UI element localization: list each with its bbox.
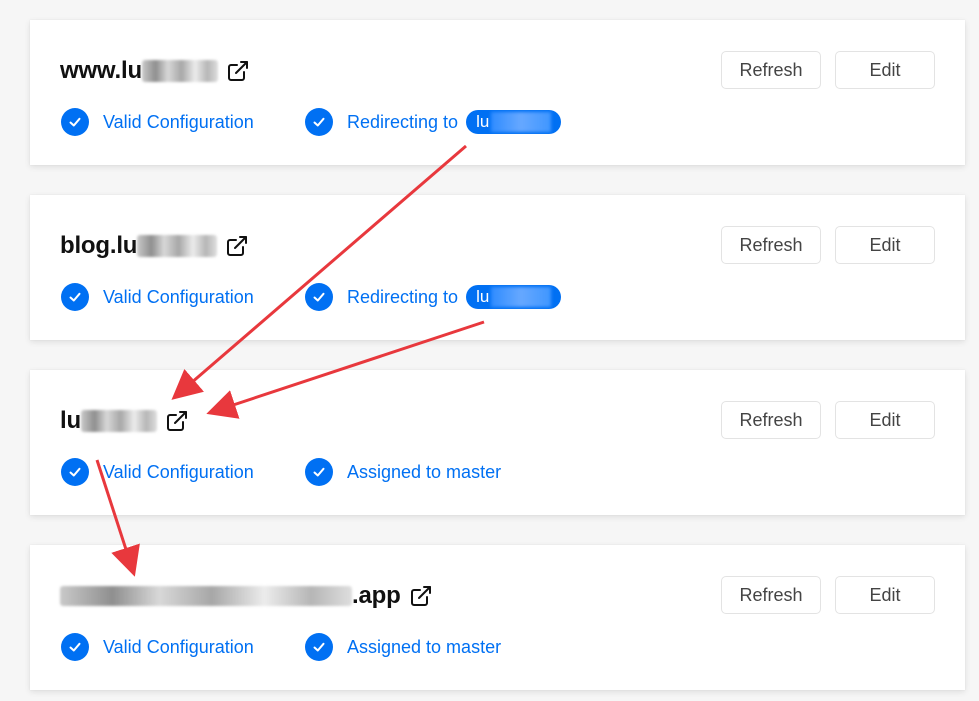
status-valid-configuration: Valid Configuration xyxy=(61,633,305,661)
status-assigned: Assigned to master xyxy=(305,633,501,661)
edit-button[interactable]: Edit xyxy=(835,576,935,614)
status-assigned: Assigned to master xyxy=(305,458,501,486)
redacted-text xyxy=(137,235,218,257)
redacted-text xyxy=(60,586,352,606)
redacted-text xyxy=(491,287,552,307)
redirect-target-badge[interactable]: lu xyxy=(466,110,562,134)
domain-title: lu xyxy=(60,404,189,438)
external-link-icon[interactable] xyxy=(165,409,189,433)
status-row: Valid Configuration Assigned to master xyxy=(61,457,501,487)
check-circle-icon xyxy=(61,108,89,136)
redirect-target-prefix: lu xyxy=(476,112,490,131)
check-circle-icon xyxy=(305,633,333,661)
external-link-icon[interactable] xyxy=(409,584,433,608)
status-label: Valid Configuration xyxy=(103,286,254,307)
domain-title: blog.lu xyxy=(60,229,249,263)
check-circle-icon xyxy=(61,283,89,311)
status-valid-configuration: Valid Configuration xyxy=(61,458,305,486)
domain-title: .app xyxy=(60,579,433,613)
redacted-text xyxy=(491,112,552,132)
check-circle-icon xyxy=(305,458,333,486)
status-label: Valid Configuration xyxy=(103,636,254,657)
external-link-icon[interactable] xyxy=(226,59,250,83)
domain-card: www.lu Valid Configuration Redirecting t… xyxy=(30,20,965,165)
check-circle-icon xyxy=(305,283,333,311)
check-circle-icon xyxy=(61,458,89,486)
redirect-target-prefix: lu xyxy=(476,287,490,306)
redirect-target-badge[interactable]: lu xyxy=(466,285,562,309)
status-label: Redirecting to xyxy=(347,286,459,307)
domain-name-prefix: www.lu xyxy=(60,57,142,84)
status-label: Assigned to master xyxy=(347,461,502,482)
status-label: Valid Configuration xyxy=(103,111,254,132)
status-row: Valid Configuration Assigned to master xyxy=(61,632,501,662)
status-label: Redirecting to xyxy=(347,111,459,132)
refresh-button[interactable]: Refresh xyxy=(721,226,821,264)
status-valid-configuration: Valid Configuration xyxy=(61,283,305,311)
refresh-button[interactable]: Refresh xyxy=(721,51,821,89)
check-circle-icon xyxy=(61,633,89,661)
status-valid-configuration: Valid Configuration xyxy=(61,108,305,136)
domain-card: lu Valid Configuration Assigned to maste… xyxy=(30,370,965,515)
status-label: Assigned to master xyxy=(347,636,502,657)
edit-button[interactable]: Edit xyxy=(835,51,935,89)
domain-card: .app Valid Configuration Assigned to mas… xyxy=(30,545,965,690)
status-label: Valid Configuration xyxy=(103,461,254,482)
refresh-button[interactable]: Refresh xyxy=(721,401,821,439)
redacted-text xyxy=(141,60,218,82)
redacted-text xyxy=(80,410,157,432)
domain-name-suffix: .app xyxy=(352,582,401,609)
status-redirect: Redirecting to lu xyxy=(305,108,562,136)
external-link-icon[interactable] xyxy=(225,234,249,258)
edit-button[interactable]: Edit xyxy=(835,401,935,439)
refresh-button[interactable]: Refresh xyxy=(721,576,821,614)
domain-title: www.lu xyxy=(60,54,250,88)
edit-button[interactable]: Edit xyxy=(835,226,935,264)
check-circle-icon xyxy=(305,108,333,136)
domain-card: blog.lu Valid Configuration Redirecting … xyxy=(30,195,965,340)
status-row: Valid Configuration Redirecting to lu xyxy=(61,107,562,137)
status-row: Valid Configuration Redirecting to lu xyxy=(61,282,562,312)
domain-name-prefix: blog.lu xyxy=(60,232,138,259)
status-redirect: Redirecting to lu xyxy=(305,283,562,311)
domain-name-prefix: lu xyxy=(60,407,81,434)
